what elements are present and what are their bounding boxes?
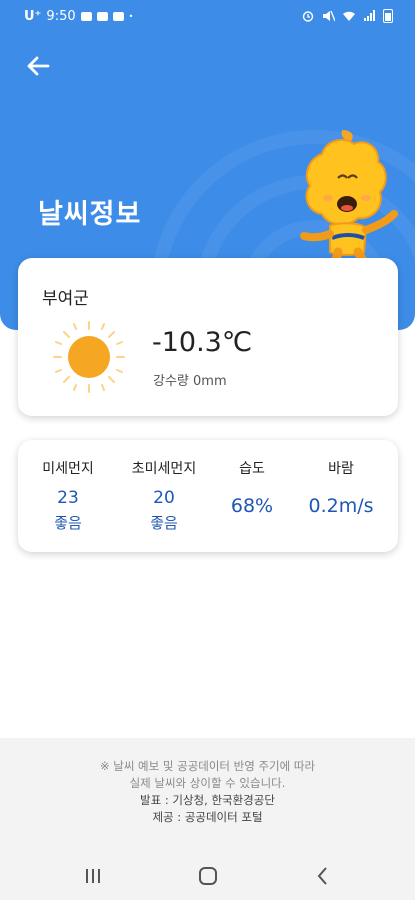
- navigation-bar: [0, 852, 415, 900]
- fine-dust-value: 23: [57, 488, 79, 508]
- signal-icon: [364, 10, 375, 21]
- footer-note-line2: 실제 날씨와 상이할 수 있습니다.: [129, 776, 286, 790]
- footer-note-line1: ※ 날씨 예보 및 공공데이터 반영 주기에 따라: [99, 759, 316, 773]
- wind-value: 0.2m/s: [308, 495, 374, 517]
- wind-column: 바람 0.2m/s: [295, 458, 387, 517]
- gallery-icon: [80, 12, 92, 21]
- recent-apps-icon[interactable]: [80, 864, 106, 888]
- fine-dust-label: 미세먼지: [42, 461, 94, 477]
- humidity-column: 습도 68%: [206, 458, 298, 517]
- footer-notice: ※ 날씨 예보 및 공공데이터 반영 주기에 따라 실제 날씨와 상이할 수 있…: [0, 738, 415, 852]
- humidity-label: 습도: [239, 461, 265, 477]
- home-icon[interactable]: [195, 864, 221, 888]
- mute-icon: [323, 10, 335, 22]
- wind-label: 바람: [328, 461, 354, 477]
- carrier-label: U⁺: [24, 9, 42, 24]
- sun-icon: [53, 321, 125, 393]
- fine-dust-status: 좋음: [54, 514, 82, 532]
- weather-card: 부여군 -10.3℃ 강수량 0mm: [18, 258, 398, 416]
- footer-source: 발표 : 기상청, 한국환경공단: [140, 793, 275, 807]
- ultrafine-dust-column: 초미세먼지 20 좋음: [118, 458, 210, 533]
- message-icon: [96, 12, 108, 21]
- temperature-value: -10.3℃: [152, 327, 253, 358]
- youtube-icon: [112, 12, 124, 21]
- notification-dot: •: [128, 12, 134, 21]
- back-icon[interactable]: [310, 864, 336, 888]
- back-arrow-icon[interactable]: [22, 50, 54, 82]
- wifi-icon: [343, 11, 355, 21]
- location-label: 부여군: [42, 289, 89, 309]
- humidity-value: 68%: [230, 495, 274, 517]
- battery-icon: [383, 9, 393, 23]
- precipitation-label: 강수량 0mm: [153, 374, 227, 389]
- page-title: 날씨정보: [38, 199, 142, 230]
- status-time: 9:50: [46, 9, 76, 24]
- fine-dust-column: 미세먼지 23 좋음: [22, 458, 114, 533]
- air-quality-card: 미세먼지 23 좋음 초미세먼지 20 좋음 습도 68% 바람 0.2m/s: [18, 440, 398, 552]
- ultrafine-dust-value: 20: [153, 488, 175, 508]
- footer-provider: 제공 : 공공데이터 포털: [152, 810, 263, 824]
- status-bar: U⁺ 9:50 •: [0, 0, 415, 34]
- ultrafine-dust-status: 좋음: [150, 514, 178, 532]
- ultrafine-dust-label: 초미세먼지: [131, 461, 197, 477]
- alarm-icon: [302, 11, 314, 22]
